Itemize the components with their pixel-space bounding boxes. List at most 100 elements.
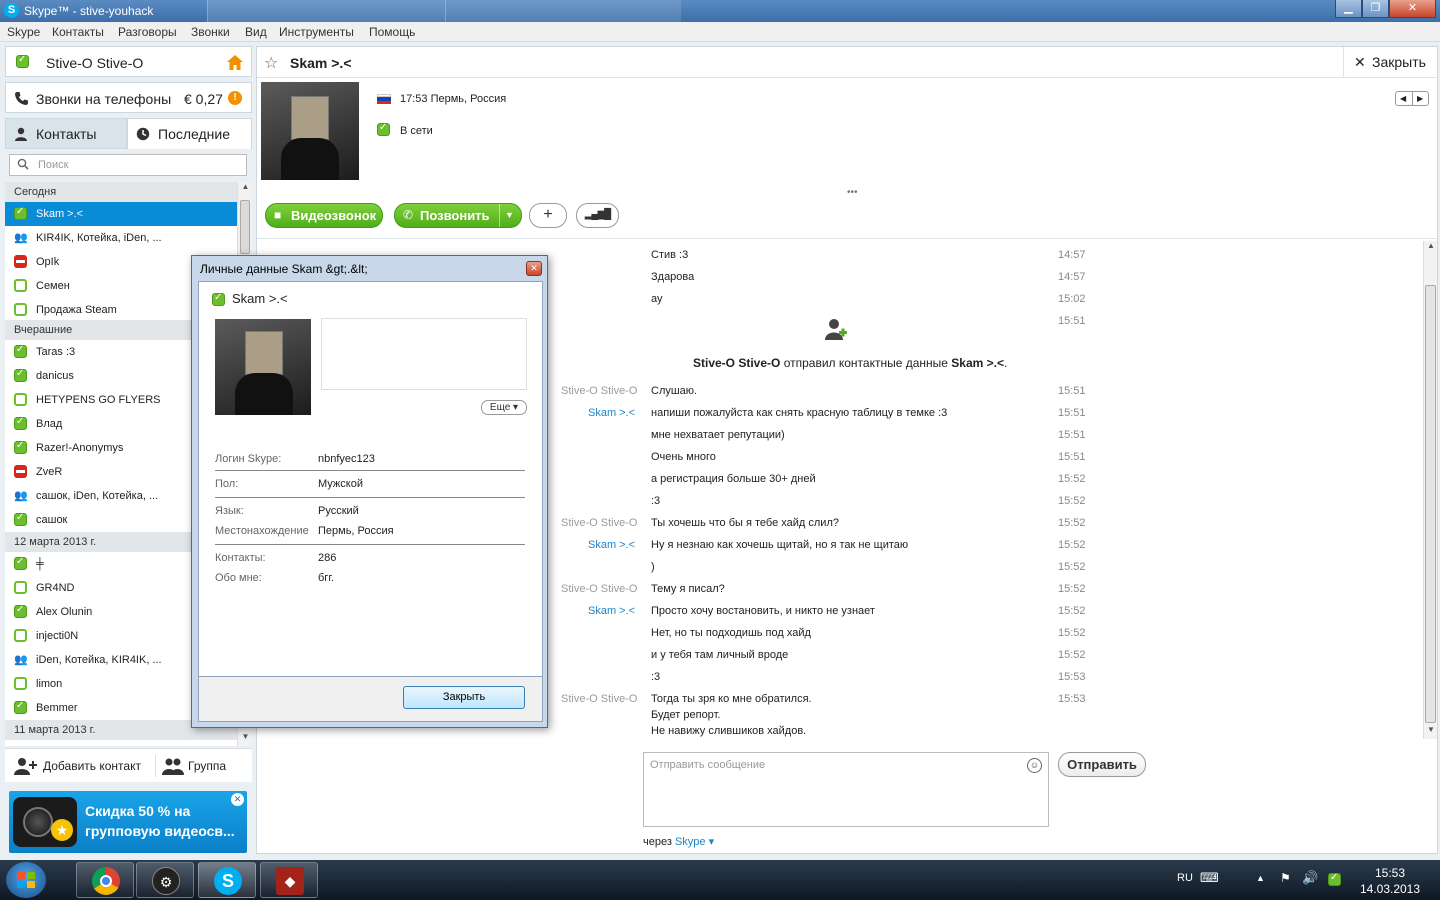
- call-options-dropdown-icon[interactable]: ▼: [505, 204, 514, 227]
- video-call-button[interactable]: ■ Видеозвонок: [265, 203, 383, 228]
- field-label: Обо мне:: [215, 572, 262, 584]
- menu-item-tools[interactable]: Инструменты: [279, 25, 354, 39]
- message-text: Здарова: [651, 271, 695, 283]
- divider: [215, 497, 525, 498]
- emoticon-icon[interactable]: ☺: [1027, 758, 1042, 773]
- system-message: Stive-O Stive-O отправил контактные данн…: [693, 356, 1007, 370]
- taskbar-steam[interactable]: ⚙: [136, 862, 194, 898]
- profile-nav-arrows[interactable]: ◀ ▶: [1395, 91, 1429, 106]
- action-center-icon[interactable]: ⚑: [1280, 871, 1291, 885]
- scrollbar-thumb[interactable]: [1425, 285, 1436, 723]
- scrollbar-thumb[interactable]: [240, 200, 250, 254]
- contact-avatar[interactable]: [261, 82, 359, 180]
- online-status-icon: [14, 344, 27, 358]
- message-sender[interactable]: Stive-O Stive-O: [561, 693, 637, 705]
- offline-status-icon: [14, 677, 27, 690]
- keyboard-language[interactable]: RU: [1177, 872, 1193, 884]
- menu-item-skype[interactable]: Skype: [7, 25, 40, 39]
- message-text: Просто хочу востановить, и никто не узна…: [651, 605, 875, 617]
- tab-contacts[interactable]: Контакты: [5, 118, 127, 149]
- menu-item-calls[interactable]: Звонки: [191, 25, 230, 39]
- close-window-button[interactable]: ✕: [1389, 0, 1436, 18]
- taskbar-dota[interactable]: ◆: [260, 862, 318, 898]
- menu-item-help[interactable]: Помощь: [369, 25, 415, 39]
- message-time: 15:02: [1058, 293, 1086, 305]
- online-status-icon: [14, 416, 27, 430]
- add-person-icon: [14, 758, 37, 775]
- menu-item-contacts[interactable]: Контакты: [52, 25, 104, 39]
- favorite-star-icon[interactable]: ☆: [264, 53, 278, 73]
- scroll-down-arrow-icon[interactable]: ▼: [1424, 725, 1438, 739]
- minimize-button[interactable]: ▁: [1335, 0, 1362, 18]
- phone-calls-bar[interactable]: Звонки на телефоны € 0,27 !: [5, 82, 252, 113]
- online-status-icon[interactable]: [16, 54, 29, 68]
- contact-name: danicus: [36, 370, 74, 382]
- message-time: 15:53: [1058, 693, 1086, 705]
- message-time: 14:57: [1058, 249, 1086, 261]
- message-sender[interactable]: Skam >.<: [588, 605, 635, 617]
- close-conversation-button[interactable]: ✕ Закрыть: [1343, 47, 1439, 78]
- add-contact-button[interactable]: Добавить контакт: [11, 755, 147, 777]
- online-status-icon: [377, 122, 390, 136]
- next-arrow-icon[interactable]: ▶: [1417, 94, 1423, 103]
- message-sender[interactable]: Skam >.<: [588, 539, 635, 551]
- busy-status-icon: [14, 465, 27, 478]
- taskbar-skype[interactable]: S: [198, 862, 256, 898]
- create-group-button[interactable]: Группа: [155, 755, 245, 777]
- clock-date: 14.03.2013: [1359, 882, 1421, 896]
- offline-status-icon: [14, 629, 27, 642]
- call-quality-button[interactable]: ▂▄▆█: [576, 203, 619, 228]
- send-via-dropdown[interactable]: Skype ▾: [675, 836, 714, 848]
- contact-name: ZveR: [36, 466, 63, 478]
- scroll-up-arrow-icon[interactable]: ▲: [1424, 241, 1438, 255]
- chat-scrollbar[interactable]: ▲ ▼: [1423, 241, 1437, 739]
- dota-icon: ◆: [276, 867, 304, 895]
- maximize-button[interactable]: ❐: [1362, 0, 1389, 18]
- message-sender[interactable]: Skam >.<: [588, 407, 635, 419]
- contact-name: Bemmer: [36, 702, 78, 714]
- skype-tray-status-icon[interactable]: [1328, 872, 1341, 886]
- background-window-tab: [207, 0, 445, 22]
- tab-recent[interactable]: Последние: [127, 118, 252, 149]
- message-time: 15:52: [1058, 539, 1086, 551]
- promo-banner[interactable]: ★ Скидка 50 % на групповую видеосв... ✕: [9, 791, 247, 853]
- profile-bar[interactable]: Stive-O Stive-O: [5, 46, 252, 77]
- message-time: 15:51: [1058, 451, 1086, 463]
- message-sender[interactable]: Stive-O Stive-O: [561, 583, 637, 595]
- message-input[interactable]: Отправить сообщение ☺: [643, 752, 1049, 827]
- message-sender[interactable]: Stive-O Stive-O: [561, 517, 637, 529]
- more-button[interactable]: Еще ▾: [481, 400, 527, 415]
- video-call-label: Видеозвонок: [291, 208, 377, 223]
- menu-item-view[interactable]: Вид: [245, 25, 267, 39]
- search-input[interactable]: Поиск: [9, 154, 247, 176]
- scroll-down-arrow-icon[interactable]: ▼: [238, 732, 252, 746]
- close-promo-icon[interactable]: ✕: [231, 793, 244, 806]
- tab-recent-label: Последние: [158, 126, 231, 142]
- add-to-conversation-button[interactable]: +: [529, 203, 567, 228]
- show-hidden-icons-icon[interactable]: ▲: [1256, 873, 1265, 883]
- list-item[interactable]: 👥 KIR4IK, Котейка, iDen, ...: [5, 226, 237, 250]
- online-status-icon: [14, 440, 27, 454]
- contact-name: Семен: [36, 280, 70, 292]
- message-time: 15:52: [1058, 583, 1086, 595]
- system-clock[interactable]: 15:53 14.03.2013: [1352, 865, 1428, 897]
- send-button[interactable]: Отправить: [1058, 752, 1146, 777]
- menu-item-conversations[interactable]: Разговоры: [118, 25, 177, 39]
- message-text: Ты хочешь что бы я тебе хайд слил?: [651, 517, 839, 529]
- prev-arrow-icon[interactable]: ◀: [1400, 94, 1406, 103]
- taskbar-chrome[interactable]: [76, 862, 134, 898]
- dialog-close-button[interactable]: Закрыть: [403, 686, 525, 709]
- call-button[interactable]: ✆ Позвонить ▼: [394, 203, 522, 228]
- windows-taskbar: ⚙ S ◆ RU ⌨ ▲ ⚑ 🔊 15:53 14.03.2013: [0, 860, 1440, 900]
- message-text: Тему я писал?: [651, 583, 725, 595]
- message-text: Стив :3: [651, 249, 689, 261]
- keyboard-icon[interactable]: ⌨: [1200, 870, 1219, 886]
- dialog-close-icon[interactable]: ✕: [526, 261, 542, 276]
- windows-start-icon[interactable]: [6, 862, 46, 898]
- message-sender[interactable]: Stive-O Stive-O: [561, 385, 637, 397]
- volume-icon[interactable]: 🔊: [1302, 870, 1318, 886]
- scroll-up-arrow-icon[interactable]: ▲: [238, 182, 252, 196]
- dialog-avatar: [215, 319, 311, 415]
- list-item[interactable]: Skam >.<: [5, 202, 237, 226]
- home-icon[interactable]: [226, 54, 244, 71]
